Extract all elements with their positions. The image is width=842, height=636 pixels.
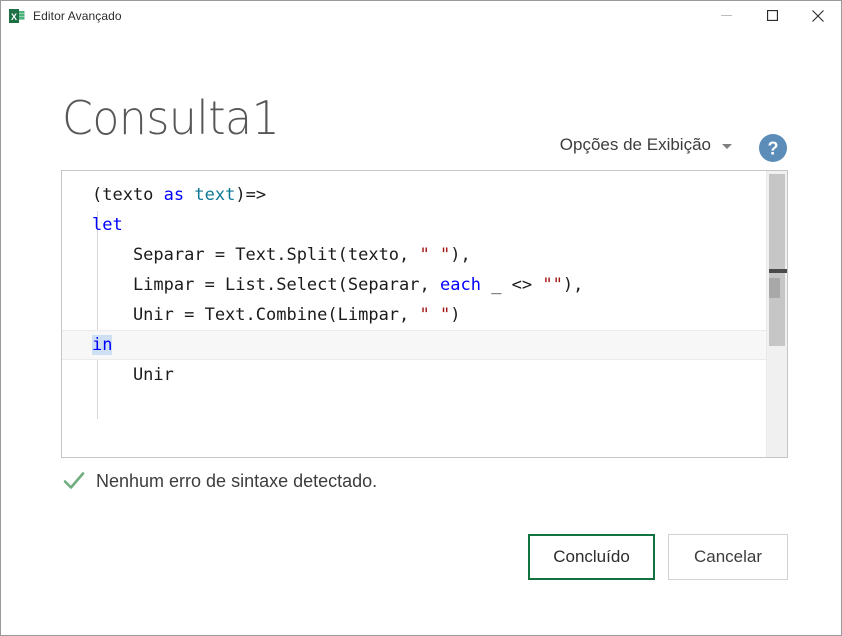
code-line[interactable]: Unir	[62, 360, 766, 390]
code-token-plain: Separar = Text.Split(texto,	[92, 245, 420, 265]
maximize-button[interactable]	[749, 1, 795, 30]
code-token-string: " "	[419, 245, 451, 265]
code-token-plain: )=>	[235, 185, 267, 205]
code-line[interactable]: Unir = Text.Combine(Limpar, " ")	[62, 300, 766, 330]
view-options-dropdown[interactable]: Opções de Exibição	[560, 135, 732, 155]
svg-text:?: ?	[768, 139, 779, 159]
window-controls	[703, 1, 841, 30]
code-token-plain: Unir	[92, 365, 174, 385]
done-button[interactable]: Concluído	[528, 534, 655, 580]
code-token-keyword-selected: in	[92, 335, 113, 355]
code-token-keyword: as	[163, 185, 185, 205]
checkmark-icon	[63, 470, 85, 492]
view-options-label: Opções de Exibição	[559, 135, 711, 154]
code-token-plain: )	[450, 305, 461, 325]
code-token-string: " "	[419, 305, 451, 325]
dialog-footer: Concluído Cancelar	[1, 534, 842, 580]
page-title: Consulta1	[62, 91, 280, 145]
chevron-down-icon	[722, 144, 732, 149]
code-token-plain: (texto	[92, 185, 164, 205]
code-token-plain: Limpar = List.Select(Separar,	[92, 275, 440, 295]
syntax-status-text: Nenhum erro de sintaxe detectado.	[96, 470, 378, 491]
scrollbar-splitter[interactable]	[769, 269, 787, 273]
code-token-keyword: each	[440, 275, 481, 295]
cancel-button[interactable]: Cancelar	[668, 534, 788, 580]
excel-icon: X	[9, 8, 25, 24]
syntax-status: Nenhum erro de sintaxe detectado.	[63, 470, 377, 492]
code-token-string: ""	[542, 275, 563, 295]
code-editor[interactable]: (texto as text)=> let Separar = Text.Spli…	[61, 170, 788, 458]
code-line[interactable]: Separar = Text.Split(texto, " "),	[62, 240, 766, 270]
code-line[interactable]: let	[62, 210, 766, 240]
code-line[interactable]: in	[62, 330, 766, 360]
code-line[interactable]: (texto as text)=>	[62, 180, 766, 210]
vertical-scrollbar[interactable]	[766, 171, 787, 457]
code-token-keyword: let	[92, 215, 123, 235]
close-button[interactable]	[795, 1, 841, 30]
code-token-plain: Unir = Text.Combine(Limpar,	[92, 305, 420, 325]
dialog-header: Consulta1 Opções de Exibição ?	[1, 30, 841, 165]
code-line[interactable]: Limpar = List.Select(Separar, each _ <> …	[62, 270, 766, 300]
code-pane[interactable]: (texto as text)=> let Separar = Text.Spli…	[62, 171, 766, 457]
title-bar: X Editor Avançado	[1, 1, 841, 30]
code-token-type: text	[194, 185, 236, 205]
advanced-editor-window: X Editor Avançado Consulta1 Opções de Ex…	[0, 0, 842, 636]
window-title: Editor Avançado	[33, 8, 122, 23]
code-token-plain: _ <>	[480, 275, 543, 295]
code-lines[interactable]: (texto as text)=> let Separar = Text.Spli…	[62, 180, 766, 390]
minimize-button[interactable]	[703, 1, 749, 30]
code-token-plain: ),	[450, 245, 471, 265]
svg-text:X: X	[11, 12, 17, 22]
scrollbar-thumb[interactable]	[769, 174, 785, 346]
code-token-plain: ),	[562, 275, 584, 295]
scrollbar-thumb-lower[interactable]	[769, 278, 780, 298]
help-button[interactable]: ?	[758, 133, 788, 163]
